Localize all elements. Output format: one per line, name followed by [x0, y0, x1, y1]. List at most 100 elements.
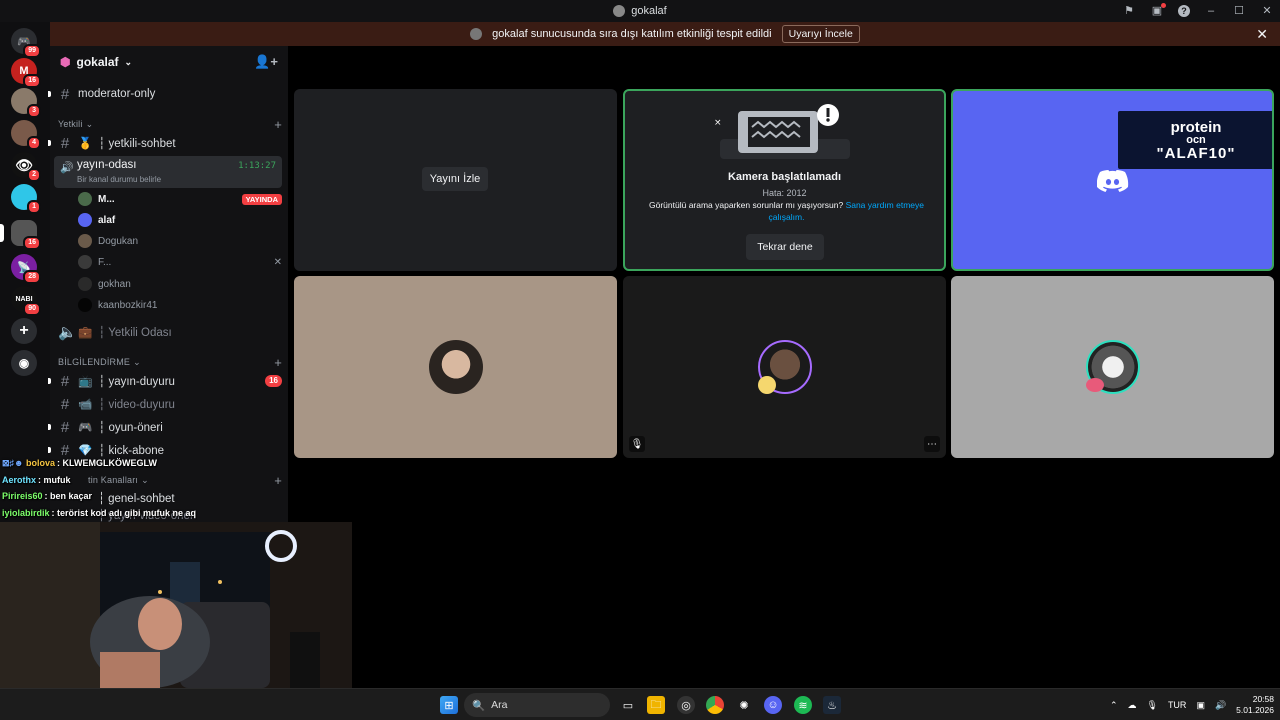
hash-icon: # — [60, 85, 70, 103]
voice-user[interactable]: alaf — [78, 210, 282, 230]
warning-banner: gokalaf sunucusunda sıra dışı katılım et… — [50, 22, 1280, 46]
chevron-down-icon: ⌄ — [85, 118, 94, 129]
camera-error-code: Hata: 2012 — [762, 188, 807, 198]
chevron-down-icon: ⌄ — [124, 56, 133, 67]
tv-icon: 📺 — [78, 376, 93, 388]
badge: 16 — [23, 236, 41, 250]
channel-yayin-duyuru[interactable]: # 📺 ┆ yayın-duyuru 16 — [48, 370, 282, 392]
voice-user[interactable]: F... ✕ — [78, 252, 282, 272]
clock[interactable]: 20:58 5.01.2026 — [1236, 694, 1274, 716]
chat-message: Pirireis60: ben kaçar — [2, 491, 93, 501]
taskbar-search[interactable]: 🔍 Ara — [464, 693, 610, 717]
voice-user[interactable]: kaanbozkir41 — [78, 295, 282, 315]
maximize-button[interactable]: ☐ — [1232, 4, 1246, 18]
close-icon[interactable]: ✕ — [1256, 26, 1268, 43]
svg-text:×: × — [714, 118, 722, 128]
avatar — [78, 192, 92, 206]
retry-button[interactable]: Tekrar dene — [746, 234, 824, 260]
participant-tile[interactable] — [951, 276, 1274, 458]
monitor-icon[interactable]: ▣ — [1150, 3, 1166, 18]
add-server-icon[interactable]: + — [11, 318, 37, 344]
eye-server-icon[interactable]: 👁 2 — [11, 152, 41, 182]
voice-channel-active[interactable]: 🔊 yayın-odası Bir kanal durumu belirle 1… — [54, 156, 282, 188]
microphone-icon[interactable]: 🎙 — [1147, 700, 1158, 711]
add-channel-icon[interactable]: + — [274, 355, 282, 370]
channel-video-duyuru[interactable]: # 📹 ┆ video-duyuru — [58, 393, 282, 415]
server-icon[interactable]: 4 — [11, 120, 41, 150]
participant-tile-discord[interactable]: protein ocn "ALAF10" — [951, 89, 1274, 271]
server-icon — [470, 28, 483, 40]
broken-camera-illustration: × — [714, 104, 850, 159]
minimize-button[interactable]: – — [1204, 4, 1218, 18]
webcam-overlay — [0, 522, 352, 688]
discord-logo-icon — [1097, 170, 1129, 192]
chat-badges-icon: ⊠♯☻ — [2, 458, 24, 468]
cloud-icon[interactable]: ☁ — [1128, 700, 1137, 711]
more-options-icon[interactable]: ⋯ — [924, 436, 940, 452]
hash-icon: # — [60, 441, 70, 459]
channel-yetkili-sohbet[interactable]: # 🥇 ┆ yetkili-sohbet — [48, 132, 282, 154]
server-icon — [613, 5, 626, 17]
server-gmail-icon[interactable]: M 16 — [11, 58, 41, 88]
server-icon[interactable]: 📡 28 — [11, 254, 41, 284]
chrome-icon[interactable] — [706, 696, 724, 714]
avatar — [78, 213, 92, 227]
inbox-flag-icon[interactable]: ⚑ — [1122, 4, 1136, 18]
steam-icon[interactable]: ♨ — [823, 696, 841, 714]
voice-user[interactable]: M... YAYINDA — [78, 189, 282, 209]
avatar — [78, 234, 92, 248]
direct-messages-icon[interactable]: 🎮 99 — [11, 28, 41, 58]
muted-icon: ✕ — [273, 256, 282, 268]
server-gokalaf-icon[interactable]: 16 — [11, 220, 41, 250]
spotify-icon[interactable]: ≋ — [794, 696, 812, 714]
language-indicator[interactable]: TUR — [1168, 700, 1187, 710]
avatar — [78, 298, 92, 312]
hash-icon: # — [60, 395, 70, 413]
channel-oyun-oneri[interactable]: # 🎮 ┆ oyun-öneri — [48, 416, 282, 438]
discover-icon[interactable]: ◉ — [11, 350, 37, 376]
obs-icon[interactable]: ◎ — [677, 696, 695, 714]
voice-channel-yetkili-odasi[interactable]: 🔈 💼 ┆ Yetkili Odası — [58, 321, 282, 343]
review-warning-button[interactable]: Uyarıyı İncele — [781, 25, 860, 43]
watch-stream-button[interactable]: Yayını İzle — [422, 167, 488, 191]
add-channel-icon[interactable]: + — [274, 117, 282, 132]
participant-tile[interactable]: 🎙 ⋯ — [623, 276, 946, 458]
server-icon[interactable]: 1 — [11, 184, 41, 214]
video-icon: 📹 — [78, 399, 93, 411]
webcam-feed — [0, 522, 352, 688]
server-icon[interactable]: 3 — [11, 88, 41, 118]
discord-taskbar-icon[interactable]: ☺ — [764, 696, 782, 714]
badge: 4 — [27, 136, 41, 150]
category-bilgilendirme[interactable]: BİLGİLENDİRME ⌄ + — [58, 354, 282, 370]
server-nabi-icon[interactable]: NABI 90 — [11, 286, 41, 316]
file-explorer-icon[interactable]: 🗀 — [647, 696, 665, 714]
windows-start-icon[interactable]: ⊞ — [440, 696, 458, 714]
chevron-down-icon: ⌄ — [133, 356, 141, 367]
task-view-icon[interactable]: ▭ — [619, 696, 637, 714]
diamond-icon: 💎 — [78, 445, 93, 457]
chat-message: iyiolabirdik: terörist kod adı gibi mufu… — [2, 507, 197, 518]
search-icon: 🔍 — [472, 699, 486, 712]
participant-tile[interactable] — [294, 276, 617, 458]
chevron-up-icon[interactable]: ⌃ — [1110, 700, 1118, 711]
badge: 99 — [23, 44, 41, 58]
server-header[interactable]: ⬢ gokalaf ⌄ 👤+ — [50, 46, 288, 78]
network-icon[interactable]: ▣ — [1196, 700, 1205, 711]
invite-people-icon[interactable]: 👤+ — [254, 54, 278, 70]
chat-message: Aerothx: mufuk — [2, 474, 71, 485]
volume-icon[interactable]: 🔊 — [1215, 700, 1226, 711]
chatgpt-icon[interactable]: ✺ — [735, 696, 753, 714]
stream-chat-overlay: ⊠♯☻ bolova: KLWEMGLKÖWEGLW Aerothx: mufu… — [2, 458, 302, 524]
stream-tile[interactable]: Yayını İzle — [294, 89, 617, 271]
voice-stage: Yayını İzle × Kamera başlatılamadı Hata:… — [288, 46, 1280, 688]
close-window-button[interactable]: ✕ — [1260, 4, 1274, 18]
help-icon[interactable]: ? — [1178, 5, 1190, 17]
category-yetkili[interactable]: Yetkili ⌄ + — [58, 116, 282, 132]
channel-moderator-only[interactable]: # moderator-only — [48, 83, 282, 105]
badge: 3 — [27, 104, 41, 118]
voice-user[interactable]: Dogukan — [78, 231, 282, 251]
chat-username: iyiolabirdik — [2, 507, 50, 518]
folder-icon: 💼 — [78, 327, 93, 339]
window-title: gokalaf — [613, 5, 667, 17]
voice-user[interactable]: gokhan — [78, 274, 282, 294]
